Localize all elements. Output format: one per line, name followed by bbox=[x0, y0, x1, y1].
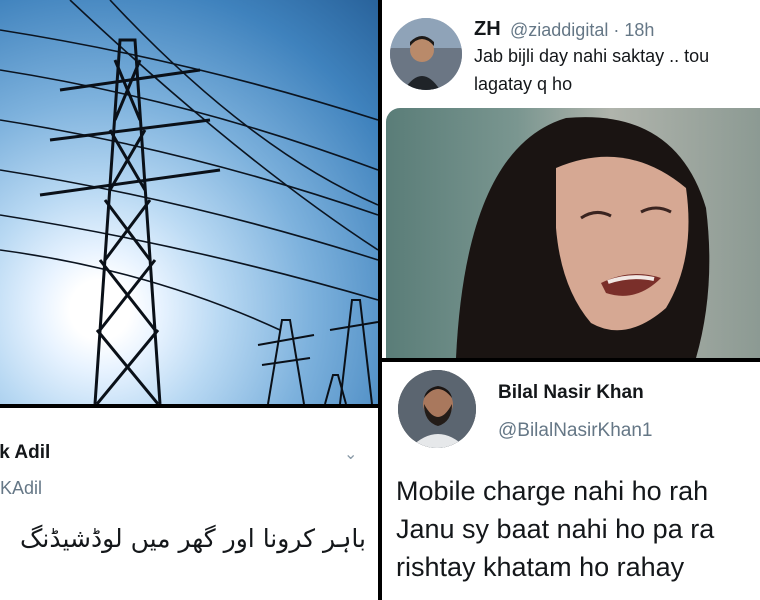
tweet-text-line-2: lagatay q ho bbox=[474, 74, 573, 94]
tweet-text: باہر کرونا اور گھر میں لوڈشیڈنگ bbox=[20, 524, 366, 553]
tweet-author-name[interactable]: ZH bbox=[474, 18, 501, 41]
tweet-media-image[interactable] bbox=[386, 108, 760, 358]
tweet-author-name[interactable]: ik Adil bbox=[0, 442, 50, 464]
tweet-card-urdu[interactable]: ik Adil ⌄ lKAdil باہر کرونا اور گھر میں … bbox=[0, 408, 378, 600]
avatar[interactable] bbox=[398, 370, 476, 448]
avatar-image bbox=[398, 370, 476, 448]
chevron-down-icon[interactable]: ⌄ bbox=[344, 444, 357, 464]
avatar[interactable] bbox=[390, 18, 462, 90]
power-lines-photo bbox=[0, 0, 378, 404]
power-lines-image bbox=[0, 0, 378, 404]
tweet-author-name[interactable]: Bilal Nasir Khan bbox=[498, 382, 644, 404]
tweet-text-line-1: Jab bijli day nahi saktay .. tou bbox=[474, 46, 710, 66]
tweet-author-handle[interactable]: @BilalNasirKhan1 bbox=[498, 420, 652, 442]
crying-woman-image bbox=[456, 117, 710, 358]
tweet-card-bilal[interactable]: Bilal Nasir Khan @BilalNasirKhan1 Mobile… bbox=[382, 362, 760, 600]
avatar-image bbox=[390, 18, 462, 90]
tweet-author-handle[interactable]: lKAdil bbox=[0, 478, 42, 499]
tweet-text-line-3: rishtay khatam ho rahay bbox=[396, 552, 685, 582]
tweet-card-ziad[interactable]: ZH @ziaddigital · 18h Jab bijli day nahi… bbox=[382, 0, 760, 358]
tweet-text-line-1: Mobile charge nahi ho rah bbox=[396, 476, 709, 506]
tweet-text-line-2: Janu sy baat nahi ho pa ra bbox=[396, 514, 715, 544]
tweet-author-handle[interactable]: @ziaddigital · 18h bbox=[510, 20, 654, 41]
